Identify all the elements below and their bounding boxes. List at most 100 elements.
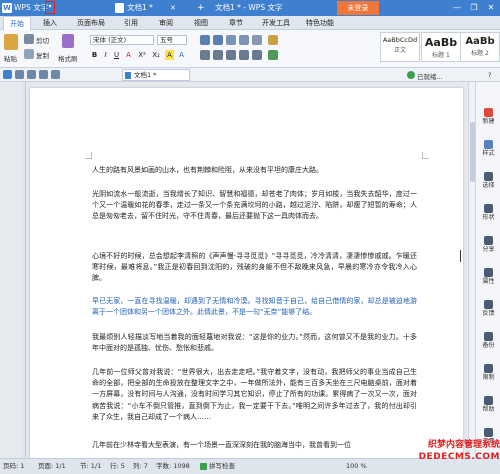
redo-icon[interactable]	[51, 70, 60, 79]
zoom-level[interactable]: 100 %	[346, 459, 367, 474]
font-size-select[interactable]: 五号	[157, 35, 187, 45]
shading-icon[interactable]	[268, 50, 278, 60]
sidebar-label-help: 帮助	[482, 406, 495, 413]
paragraph-5[interactable]: 我最烦别人轻描淡写地当着我的面轻蔑地对我说：“这是你的业力。”然而，这何曾又不是…	[92, 332, 417, 354]
help-icon	[484, 396, 493, 405]
sidebar-label-share: 分享	[482, 246, 495, 253]
sidebar-item-share[interactable]: 分享	[476, 236, 500, 253]
status-word-count[interactable]: 字数: 1098	[156, 459, 190, 474]
cut-icon[interactable]	[24, 34, 34, 44]
text-effect-button[interactable]: A	[177, 50, 186, 60]
tab-references[interactable]: 引用	[116, 16, 146, 30]
copy-label[interactable]: 复制	[36, 50, 49, 60]
font-name-select[interactable]: 宋体 (正文)	[90, 35, 154, 45]
copy-icon[interactable]	[24, 49, 34, 59]
paragraph-7[interactable]: 几年前在少林寺看大型表演，有一个场景一直深深刻在我的脑海当中，我曾看到一位	[92, 440, 417, 451]
new-tab-icon[interactable]: +	[197, 2, 205, 14]
sidebar-label-backup: 备份	[482, 342, 495, 349]
feedback-icon	[484, 300, 493, 309]
sidebar-item-new[interactable]: 新建	[476, 108, 500, 125]
close-document-tab-icon[interactable]: ✕	[170, 2, 176, 14]
tab-section[interactable]: 章节	[221, 16, 251, 30]
tab-features[interactable]: 特色功能	[300, 16, 340, 30]
paragraph-1[interactable]: 人生的路有风景如画的山水，也有荆棘和险阻，从来没有平坦的康庄大路。	[92, 165, 417, 176]
undo-icon[interactable]	[39, 70, 48, 79]
cut-label[interactable]: 剪切	[36, 35, 49, 45]
save-icon[interactable]	[3, 70, 12, 79]
close-icon[interactable]: ✕	[484, 2, 498, 14]
show-marks-icon[interactable]	[268, 35, 278, 45]
paste-label[interactable]: 粘贴	[4, 53, 17, 63]
indent-icon[interactable]	[239, 35, 249, 45]
highlight-button[interactable]: A	[165, 50, 174, 60]
spell-check-toggle[interactable]: 拼写检查	[200, 459, 235, 474]
ribbon-tabs: 开始 插入 页面布局 引用 审阅 视图 章节 开发工具 特色功能	[0, 16, 500, 30]
sidebar-item-property[interactable]: 属性	[476, 268, 500, 285]
subscript-button[interactable]: X₂	[150, 50, 162, 60]
justify-icon[interactable]	[239, 50, 249, 60]
document-page[interactable]: 人生的路有风景如画的山水，也有荆棘和险阻，从来没有平坦的康庄大路。 光阴如流水一…	[30, 88, 463, 468]
paragraph-2[interactable]: 光阴如流水一般流逝，当我增长了知识、智慧和福德，却苍老了肉体；岁月如梭，当我失去…	[92, 189, 417, 223]
sync-status-label[interactable]: 已就绪...	[417, 71, 443, 81]
sidebar-item-backup[interactable]: 备份	[476, 332, 500, 349]
style-normal[interactable]: AaBbCcDd 正文	[380, 32, 420, 62]
tab-review[interactable]: 审阅	[151, 16, 181, 30]
sort-icon[interactable]	[252, 35, 262, 45]
line-spacing-icon[interactable]	[252, 50, 262, 60]
format-painter-label[interactable]: 格式刷	[58, 53, 78, 63]
document-tab-icon	[125, 72, 131, 79]
sidebar-item-restrict[interactable]: 限制	[476, 364, 500, 381]
tab-view[interactable]: 视图	[186, 16, 216, 30]
style-normal-name: 正文	[393, 47, 406, 54]
tab-home[interactable]: 开始	[3, 16, 31, 30]
superscript-button[interactable]: X²	[136, 50, 148, 60]
italic-button[interactable]: I	[101, 50, 110, 60]
style-heading-1-name: 标题 1	[432, 52, 450, 59]
sidebar-item-shape[interactable]: 形状	[476, 204, 500, 221]
style-heading-1[interactable]: AaBb 标题 1	[421, 32, 461, 62]
chevron-down-icon: ▾	[48, 3, 52, 10]
app-menu-label[interactable]: WPS 文字	[14, 2, 48, 14]
print-icon[interactable]	[15, 70, 24, 79]
select-icon	[484, 172, 493, 181]
maximize-icon[interactable]: ❐	[467, 2, 481, 14]
tab-page-layout[interactable]: 页面布局	[70, 16, 112, 30]
paragraph-6[interactable]: 几年前一位师父曾对我说：“世界很大，出去走走吧。”我守着文字，没有动，我把师父的…	[92, 367, 417, 423]
sidebar-item-help[interactable]: 帮助	[476, 396, 500, 413]
align-right-icon[interactable]	[226, 50, 236, 60]
watermark-logo: 织梦内容管理系统 DEDECMS.COM	[395, 440, 500, 468]
style-heading-2[interactable]: AaBb 标题 2	[460, 32, 500, 62]
align-left-icon[interactable]	[200, 50, 210, 60]
paragraph-3[interactable]: 心境不好的时候，总会想起李清照的《声声慢·寻寻觅觅》“寻寻觅觅，冷冷清清，凄凄惨…	[92, 251, 417, 285]
print-preview-icon[interactable]	[27, 70, 36, 79]
document-tab-title[interactable]: 文档1 *	[127, 2, 153, 14]
vertical-scrollbar[interactable]	[468, 82, 475, 458]
bullet-list-icon[interactable]	[200, 35, 210, 45]
paste-icon[interactable]	[4, 34, 18, 50]
document-tab[interactable]: 文档1 *	[122, 69, 190, 81]
style-heading-1-sample: AaBb	[424, 36, 458, 49]
ribbon-toolbar: 粘贴 剪切 复制 格式刷 宋体 (正文) 五号 B I U A X² X₂ A …	[0, 30, 500, 68]
sidebar-item-style[interactable]: 样式	[476, 140, 500, 157]
font-color-button[interactable]: A	[124, 50, 133, 60]
login-button[interactable]: 未登录	[337, 1, 379, 15]
backup-icon	[484, 332, 493, 341]
wps-logo-icon[interactable]: W	[2, 3, 12, 13]
tab-developer[interactable]: 开发工具	[256, 16, 296, 30]
status-page-number[interactable]: 页码: 1	[3, 459, 24, 474]
format-painter-icon[interactable]	[62, 34, 74, 48]
align-center-icon[interactable]	[213, 50, 223, 60]
sidebar-label-property: 属性	[482, 278, 495, 285]
app-menu-dropdown-button[interactable]: ▾	[45, 1, 55, 14]
outdent-icon[interactable]	[226, 35, 236, 45]
help-icon[interactable]: ?	[488, 71, 491, 79]
bold-button[interactable]: B	[90, 50, 99, 60]
numbered-list-icon[interactable]	[213, 35, 223, 45]
sidebar-item-select[interactable]: 选择	[476, 172, 500, 189]
underline-button[interactable]: U	[112, 50, 121, 60]
sidebar-item-feedback[interactable]: 反馈	[476, 300, 500, 317]
status-pages[interactable]: 页面: 1/1	[38, 459, 66, 474]
paragraph-4[interactable]: 早已无家，一直在寻找温暖，却遇到了无情和冷漠。寻找知音于自己，给自己借情的家，却…	[92, 296, 417, 318]
minimize-icon[interactable]: —	[450, 2, 464, 14]
tab-insert[interactable]: 插入	[35, 16, 65, 30]
